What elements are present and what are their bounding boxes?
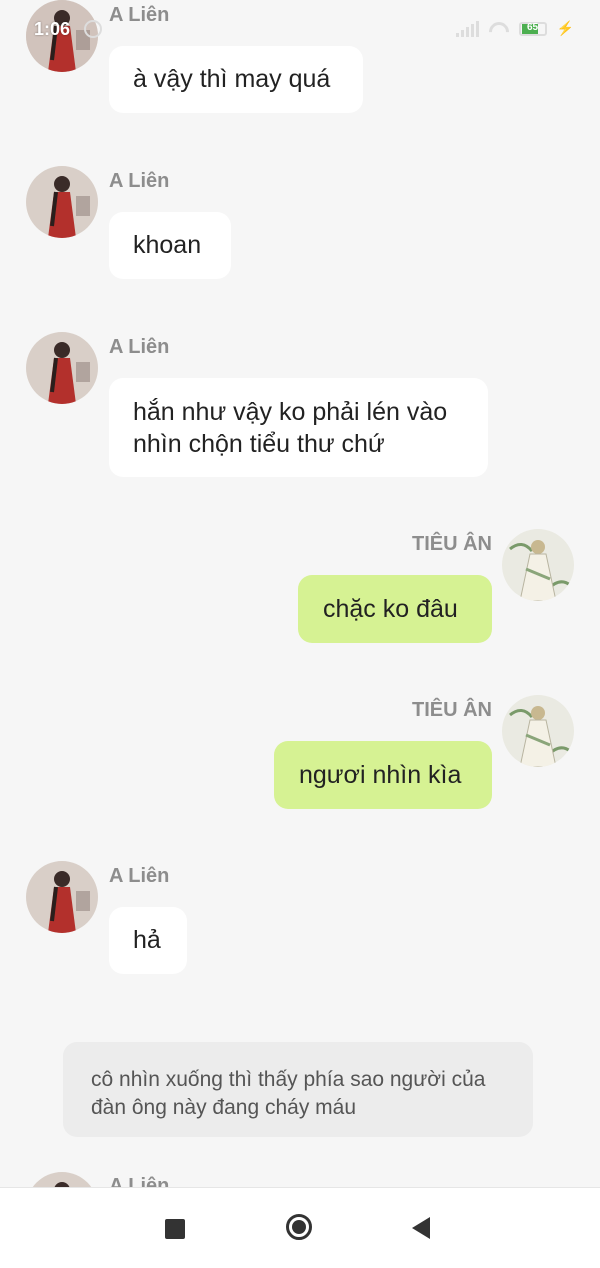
avatar-a-lien[interactable] xyxy=(26,861,98,933)
message-bubble[interactable]: chặc ko đâu xyxy=(298,575,492,643)
alarm-icon xyxy=(84,20,102,38)
message-bubble[interactable]: hắn như vậy ko phải lén vào nhìn chộn ti… xyxy=(109,378,488,477)
avatar-tieu-an[interactable] xyxy=(502,529,574,601)
signal-icon xyxy=(455,20,479,37)
narration-box[interactable]: cô nhìn xuống thì thấy phía sao người củ… xyxy=(63,1042,533,1137)
status-bar: 1:06 65 ⚡ xyxy=(0,0,600,58)
avatar-tieu-an[interactable] xyxy=(502,695,574,767)
message-bubble[interactable]: ngươi nhìn kìa xyxy=(274,741,492,809)
back-triangle-icon[interactable] xyxy=(412,1217,430,1239)
sender-name: TIÊU ÂN xyxy=(412,699,492,721)
home-circle-icon[interactable] xyxy=(286,1214,312,1240)
sender-name: TIÊU ÂN xyxy=(412,533,492,555)
avatar-a-lien[interactable] xyxy=(26,332,98,404)
sender-name: A Liên xyxy=(109,170,170,192)
battery-level: 65 xyxy=(527,21,539,33)
message-bubble[interactable]: khoan xyxy=(109,212,231,279)
avatar-a-lien[interactable] xyxy=(26,166,98,238)
battery-icon: 65 xyxy=(518,21,547,36)
status-time: 1:06 xyxy=(34,19,71,39)
charging-icon: ⚡ xyxy=(556,20,574,36)
recents-square-icon[interactable] xyxy=(165,1219,185,1239)
wifi-icon xyxy=(489,22,509,36)
sender-name: A Liên xyxy=(109,865,170,887)
message-bubble[interactable]: hả xyxy=(109,907,187,974)
navigation-bar xyxy=(0,1187,600,1268)
sender-name: A Liên xyxy=(109,336,170,358)
